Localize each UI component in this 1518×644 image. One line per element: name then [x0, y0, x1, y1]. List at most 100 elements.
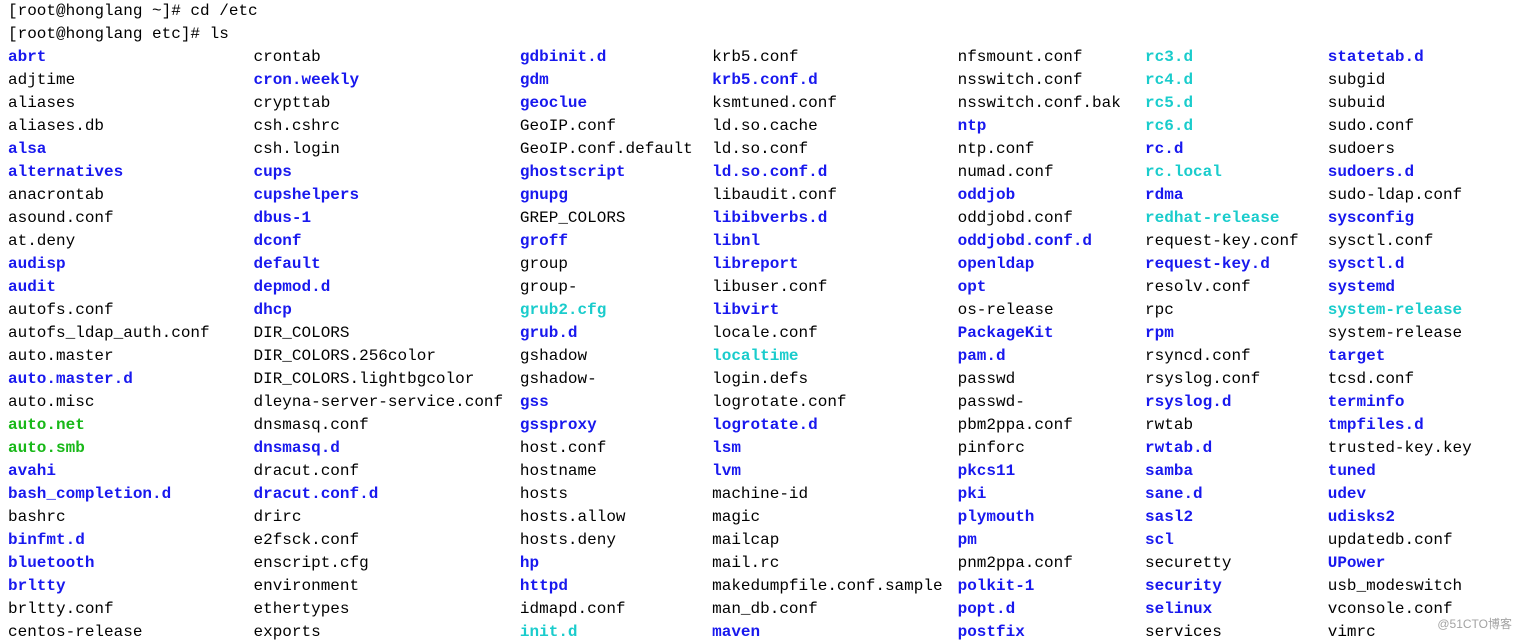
file-entry: auto.net — [8, 414, 253, 437]
file-entry: terminfo — [1328, 391, 1518, 414]
file-entry: hp — [520, 552, 712, 575]
file-entry: crypttab — [253, 92, 519, 115]
file-entry: maven — [712, 621, 957, 644]
file-entry: statetab.d — [1328, 46, 1518, 69]
file-entry: httpd — [520, 575, 712, 598]
file-entry: anacrontab — [8, 184, 253, 207]
file-entry: localtime — [712, 345, 957, 368]
file-entry: pam.d — [958, 345, 1145, 368]
file-entry: oddjob — [958, 184, 1145, 207]
file-entry: login.defs — [712, 368, 957, 391]
file-entry: idmapd.conf — [520, 598, 712, 621]
file-entry: pnm2ppa.conf — [958, 552, 1145, 575]
file-entry: asound.conf — [8, 207, 253, 230]
ls-column: nfsmount.confnsswitch.confnsswitch.conf.… — [958, 46, 1145, 644]
file-entry: mail.rc — [712, 552, 957, 575]
file-entry: krb5.conf.d — [712, 69, 957, 92]
file-entry: tcsd.conf — [1328, 368, 1518, 391]
file-entry: ntp — [958, 115, 1145, 138]
file-entry: depmod.d — [253, 276, 519, 299]
file-entry: bashrc — [8, 506, 253, 529]
file-entry: rsyslog.conf — [1145, 368, 1328, 391]
file-entry: polkit-1 — [958, 575, 1145, 598]
file-entry: security — [1145, 575, 1328, 598]
file-entry: auto.master.d — [8, 368, 253, 391]
file-entry: rc6.d — [1145, 115, 1328, 138]
file-entry: rc5.d — [1145, 92, 1328, 115]
file-entry: dnsmasq.d — [253, 437, 519, 460]
file-entry: gnupg — [520, 184, 712, 207]
file-entry: dbus-1 — [253, 207, 519, 230]
file-entry: postfix — [958, 621, 1145, 644]
file-entry: rsyslog.d — [1145, 391, 1328, 414]
file-entry: redhat-release — [1145, 207, 1328, 230]
file-entry: dconf — [253, 230, 519, 253]
ls-column: crontabcron.weeklycrypttabcsh.cshrccsh.l… — [253, 46, 519, 644]
ls-column: krb5.confkrb5.conf.dksmtuned.confld.so.c… — [712, 46, 957, 644]
file-entry: hosts — [520, 483, 712, 506]
file-entry: adjtime — [8, 69, 253, 92]
file-entry: magic — [712, 506, 957, 529]
file-entry: ethertypes — [253, 598, 519, 621]
file-entry: opt — [958, 276, 1145, 299]
file-entry: mailcap — [712, 529, 957, 552]
file-entry: drirc — [253, 506, 519, 529]
file-entry: binfmt.d — [8, 529, 253, 552]
file-entry: request-key.d — [1145, 253, 1328, 276]
file-entry: grub.d — [520, 322, 712, 345]
file-entry: abrt — [8, 46, 253, 69]
file-entry: plymouth — [958, 506, 1145, 529]
file-entry: tmpfiles.d — [1328, 414, 1518, 437]
file-entry: scl — [1145, 529, 1328, 552]
file-entry: logrotate.conf — [712, 391, 957, 414]
file-entry: cron.weekly — [253, 69, 519, 92]
file-entry: logrotate.d — [712, 414, 957, 437]
file-entry: subuid — [1328, 92, 1518, 115]
file-entry: oddjobd.conf.d — [958, 230, 1145, 253]
file-entry: dleyna-server-service.conf — [253, 391, 519, 414]
file-entry: ld.so.cache — [712, 115, 957, 138]
file-entry: numad.conf — [958, 161, 1145, 184]
file-entry: geoclue — [520, 92, 712, 115]
file-entry: gss — [520, 391, 712, 414]
ls-column: abrtadjtimealiasesaliases.dbalsaalternat… — [0, 46, 253, 644]
file-entry: auto.master — [8, 345, 253, 368]
file-entry: default — [253, 253, 519, 276]
file-entry: auto.smb — [8, 437, 253, 460]
file-entry: aliases.db — [8, 115, 253, 138]
file-entry: ld.so.conf — [712, 138, 957, 161]
file-entry: pbm2ppa.conf — [958, 414, 1145, 437]
file-entry: sysconfig — [1328, 207, 1518, 230]
file-entry: dracut.conf — [253, 460, 519, 483]
file-entry: makedumpfile.conf.sample — [712, 575, 957, 598]
file-entry: libvirt — [712, 299, 957, 322]
file-entry: UPower — [1328, 552, 1518, 575]
file-entry: services — [1145, 621, 1328, 644]
file-entry: crontab — [253, 46, 519, 69]
file-entry: gdm — [520, 69, 712, 92]
file-entry: sysctl.conf — [1328, 230, 1518, 253]
file-entry: udisks2 — [1328, 506, 1518, 529]
file-entry: csh.cshrc — [253, 115, 519, 138]
terminal-output: [root@honglang ~]# cd /etc [root@honglan… — [0, 0, 1518, 644]
file-entry: gdbinit.d — [520, 46, 712, 69]
file-entry: ld.so.conf.d — [712, 161, 957, 184]
file-entry: cups — [253, 161, 519, 184]
file-entry: DIR_COLORS.256color — [253, 345, 519, 368]
file-entry: avahi — [8, 460, 253, 483]
file-entry: audit — [8, 276, 253, 299]
file-entry: alternatives — [8, 161, 253, 184]
file-entry: rc.d — [1145, 138, 1328, 161]
file-entry: grub2.cfg — [520, 299, 712, 322]
file-entry: aliases — [8, 92, 253, 115]
file-entry: dracut.conf.d — [253, 483, 519, 506]
file-entry: GeoIP.conf.default — [520, 138, 712, 161]
file-entry: rpc — [1145, 299, 1328, 322]
file-entry: sudo-ldap.conf — [1328, 184, 1518, 207]
file-entry: usb_modeswitch — [1328, 575, 1518, 598]
file-entry: bash_completion.d — [8, 483, 253, 506]
file-entry: machine-id — [712, 483, 957, 506]
file-entry: environment — [253, 575, 519, 598]
file-entry: pinforc — [958, 437, 1145, 460]
file-entry: group — [520, 253, 712, 276]
